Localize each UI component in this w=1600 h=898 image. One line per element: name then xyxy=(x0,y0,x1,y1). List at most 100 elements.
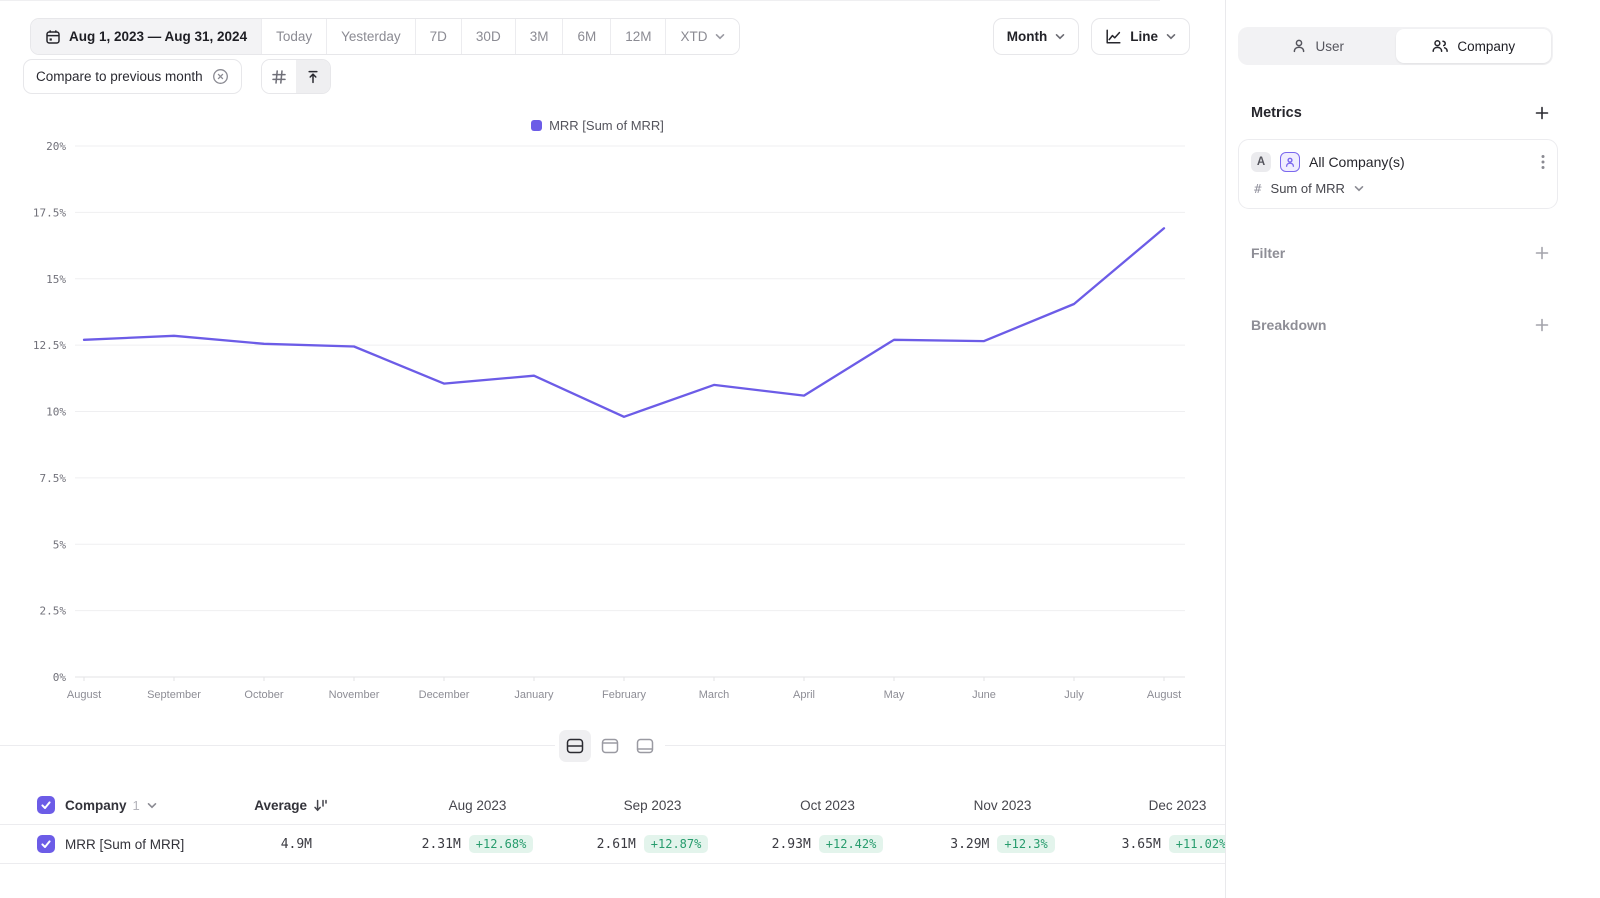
preset-yesterday[interactable]: Yesterday xyxy=(326,19,415,54)
cell-value: 3.29M xyxy=(950,837,989,852)
column-header[interactable]: Dec 2023 xyxy=(1090,798,1225,813)
metric-row-label: MRR [Sum of MRR] xyxy=(65,837,184,852)
metric-options-button[interactable] xyxy=(1539,152,1547,172)
value-cell[interactable]: 3.29M+12.3% xyxy=(915,835,1090,853)
filter-title: Filter xyxy=(1251,245,1285,261)
column-header-label: Nov 2023 xyxy=(974,798,1032,813)
chevron-down-icon[interactable] xyxy=(147,802,157,809)
panel-top-icon xyxy=(601,738,619,754)
compare-toolbar: Compare to previous month xyxy=(23,59,331,94)
svg-text:17.5%: 17.5% xyxy=(33,206,66,219)
average-label: Average xyxy=(254,798,307,813)
compare-chip[interactable]: Compare to previous month xyxy=(23,59,242,94)
cell-value: 3.65M xyxy=(1122,837,1161,852)
company-avatar-icon xyxy=(1280,152,1300,172)
check-icon xyxy=(40,799,52,811)
add-filter-button[interactable] xyxy=(1532,243,1552,263)
aggregation-selector[interactable]: # Sum of MRR xyxy=(1251,181,1547,196)
table-row[interactable]: MRR [Sum of MRR] 4.9M 2.31M +12.68% 2.61M +… xyxy=(0,824,1225,864)
svg-text:May: May xyxy=(884,689,905,701)
svg-text:November: November xyxy=(329,689,380,701)
toolbar: Aug 1, 2023 — Aug 31, 2024 TodayYesterda… xyxy=(30,18,1190,55)
svg-text:April: April xyxy=(793,689,815,701)
chart-svg[interactable]: 0%2.5%5%7.5%10%12.5%15%17.5%20%AugustSep… xyxy=(0,140,1195,710)
chevron-down-icon xyxy=(1354,185,1364,192)
svg-text:October: October xyxy=(244,689,283,701)
calendar-icon xyxy=(45,29,61,45)
split-view-icon xyxy=(566,738,584,754)
column-header[interactable]: Aug 2023 xyxy=(390,798,565,813)
date-range-button[interactable]: Aug 1, 2023 — Aug 31, 2024 xyxy=(31,19,261,54)
table-only-view-button[interactable] xyxy=(629,730,661,762)
plus-icon xyxy=(1534,105,1550,121)
value-cell[interactable]: 3.65M +11.02% xyxy=(1090,835,1225,853)
column-header[interactable]: Sep 2023 xyxy=(565,798,740,813)
add-metric-button[interactable] xyxy=(1532,103,1552,123)
preset-7d[interactable]: 7D xyxy=(415,19,461,54)
chart-legend: MRR [Sum of MRR] xyxy=(0,118,1195,133)
cell-value: 2.61M xyxy=(597,837,636,852)
delta-badge: +12.42% xyxy=(819,835,884,853)
preset-today[interactable]: Today xyxy=(261,19,326,54)
metric-letter-badge: A xyxy=(1251,152,1271,172)
table-row-left: MRR [Sum of MRR] 4.9M xyxy=(0,835,340,853)
analytics-app: Aug 1, 2023 — Aug 31, 2024 TodayYesterda… xyxy=(0,0,1600,898)
value-cell[interactable]: 2.93M +12.42% xyxy=(740,835,915,853)
table-header-left: Company 1 Average xyxy=(0,796,340,814)
preset-30d[interactable]: 30D xyxy=(461,19,515,54)
plus-icon xyxy=(1534,245,1550,261)
value-cell[interactable]: 2.31M +12.68% xyxy=(390,835,565,853)
split-view-button[interactable] xyxy=(559,730,591,762)
column-header-label: Aug 2023 xyxy=(449,798,507,813)
value-cell[interactable]: 2.61M +12.87% xyxy=(565,835,740,853)
tab-user[interactable]: User xyxy=(1240,29,1396,63)
metric-card-header: A All Company(s) xyxy=(1251,152,1547,172)
remove-compare-icon[interactable] xyxy=(212,68,229,85)
user-icon xyxy=(1291,38,1307,54)
compare-chip-label: Compare to previous month xyxy=(36,69,203,84)
tab-company[interactable]: Company xyxy=(1396,29,1552,63)
svg-text:September: September xyxy=(147,689,201,701)
add-breakdown-button[interactable] xyxy=(1532,315,1552,335)
company-icon xyxy=(1431,38,1449,54)
average-header[interactable]: Average xyxy=(254,798,328,813)
chart-type-dropdown[interactable]: Line xyxy=(1091,18,1190,55)
chevron-down-icon xyxy=(1055,33,1065,40)
cell-value: 2.93M xyxy=(772,837,811,852)
metric-entity-name: All Company(s) xyxy=(1309,154,1405,170)
preset-xtd[interactable]: XTD xyxy=(665,19,739,54)
plus-icon xyxy=(1534,317,1550,333)
date-range-group: Aug 1, 2023 — Aug 31, 2024 TodayYesterda… xyxy=(30,18,740,55)
trend-arrow-toggle-button[interactable] xyxy=(296,60,330,93)
metrics-title: Metrics xyxy=(1251,105,1302,121)
delta-badge: +12.68% xyxy=(469,835,534,853)
check-icon xyxy=(40,838,52,850)
granularity-dropdown[interactable]: Month xyxy=(993,18,1079,55)
chevron-down-icon xyxy=(715,33,725,40)
metric-card[interactable]: A All Company(s) # Sum of MRR xyxy=(1238,139,1558,209)
line-chart-icon xyxy=(1105,28,1122,45)
grid-hash-toggle-button[interactable] xyxy=(262,60,296,93)
column-header[interactable]: Oct 2023 xyxy=(740,798,915,813)
delta-badge: +12.87% xyxy=(644,835,709,853)
cell-value: 2.31M xyxy=(422,837,461,852)
main-panel: Aug 1, 2023 — Aug 31, 2024 TodayYesterda… xyxy=(0,0,1225,898)
sort-descending-icon xyxy=(313,798,328,813)
chart-option-toggles xyxy=(261,59,331,94)
chart-only-view-button[interactable] xyxy=(594,730,626,762)
select-all-checkbox[interactable] xyxy=(37,796,55,814)
preset-6m[interactable]: 6M xyxy=(562,19,610,54)
config-sidebar: User Company Metrics A All Company(s) xyxy=(1225,0,1600,898)
delta-badge: +11.02% xyxy=(1169,835,1225,853)
group-by-label[interactable]: Company xyxy=(65,798,127,813)
legend-label: MRR [Sum of MRR] xyxy=(549,118,664,133)
preset-12m[interactable]: 12M xyxy=(610,19,665,54)
svg-text:12.5%: 12.5% xyxy=(33,339,66,352)
number-type-icon: # xyxy=(1254,181,1262,196)
column-header[interactable]: Nov 2023 xyxy=(915,798,1090,813)
row-checkbox[interactable] xyxy=(37,835,55,853)
preset-3m[interactable]: 3M xyxy=(515,19,563,54)
entity-tabs: User Company xyxy=(1238,27,1553,65)
chart-controls: Month Line xyxy=(993,18,1190,55)
column-header-label: Sep 2023 xyxy=(624,798,682,813)
